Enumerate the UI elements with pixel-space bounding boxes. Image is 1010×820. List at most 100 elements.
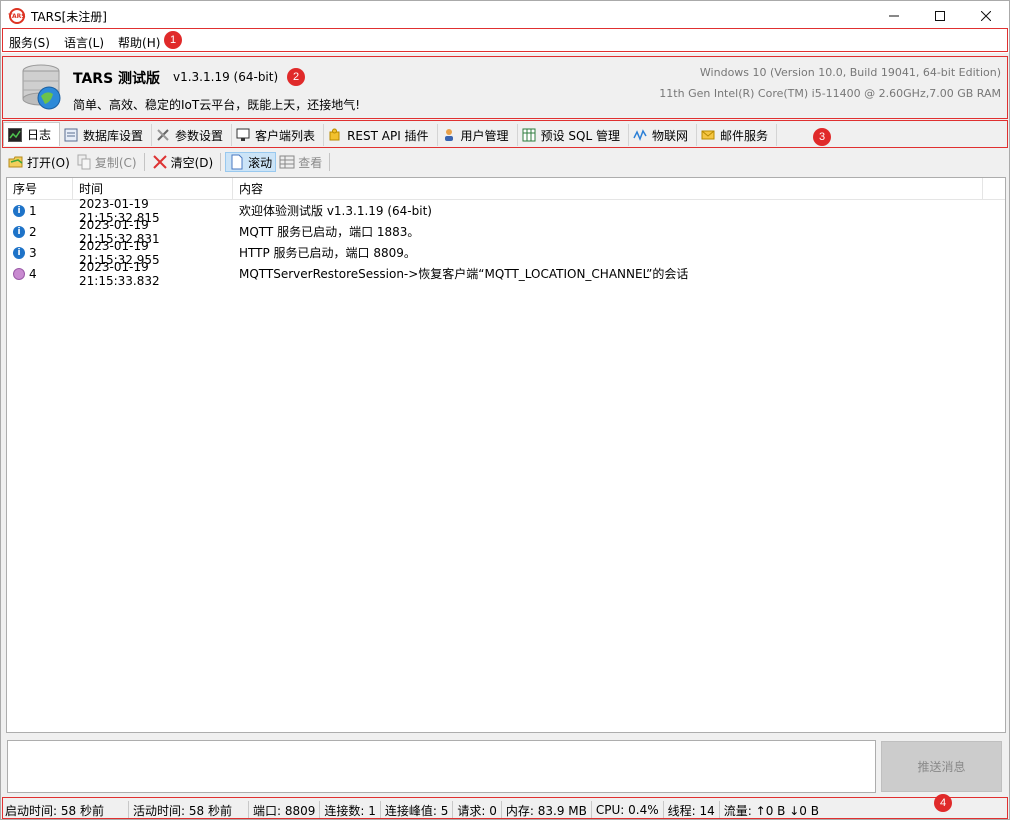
toolbar-separator xyxy=(143,153,145,171)
view-label: 查看 xyxy=(298,155,323,170)
open-button[interactable]: 打开(O) xyxy=(5,152,73,172)
close-icon xyxy=(981,11,991,21)
scroll-toggle[interactable]: 滚动 xyxy=(225,152,277,172)
status-connections: 连接数: 1 xyxy=(320,801,381,819)
session-icon xyxy=(13,267,25,280)
tab-label: 参数设置 xyxy=(175,128,224,143)
log-no-cell: 4 xyxy=(7,263,73,285)
info-icon: i xyxy=(13,246,25,259)
grid-view-icon xyxy=(279,154,295,170)
app-window: TARS TARS[未注册] 服务(S) 语言(L) 帮助(H) 1 TARS … xyxy=(0,0,1010,820)
document-icon xyxy=(229,154,245,170)
tab-log[interactable]: 日志 xyxy=(3,122,61,146)
close-button[interactable] xyxy=(963,1,1009,31)
mail-icon xyxy=(701,128,715,142)
maximize-icon xyxy=(935,11,945,21)
tab-preset-sql[interactable]: 预设 SQL 管理 xyxy=(517,124,629,146)
log-no: 1 xyxy=(29,203,37,218)
monitor-icon xyxy=(236,128,250,142)
annotation-badge-1: 1 xyxy=(164,31,182,49)
minimize-icon xyxy=(889,15,899,17)
status-uptime: 启动时间: 58 秒前 xyxy=(1,801,129,819)
status-traffic: 流量: ↑0 B ↓0 B xyxy=(723,803,819,818)
title-bar[interactable]: TARS TARS[未注册] xyxy=(1,1,1009,31)
status-port: 端口: 8809 xyxy=(249,801,321,819)
log-no-cell: i 3 xyxy=(7,242,73,264)
status-memory: 内存: 83.9 MB xyxy=(502,801,592,819)
tab-label: 用户管理 xyxy=(460,128,509,143)
annotation-badge-3: 3 xyxy=(813,128,831,146)
status-peak-connections: 连接峰值: 5 xyxy=(381,801,454,819)
status-bar: 启动时间: 58 秒前 活动时间: 58 秒前 端口: 8809 连接数: 1 … xyxy=(1,799,1009,820)
log-no-cell: i 1 xyxy=(7,200,73,222)
database-globe-icon xyxy=(22,64,61,110)
menu-language[interactable]: 语言(L) xyxy=(59,34,109,51)
product-slogan: 简单、高效、稳定的IoT云平台，既能上天，还接地气! xyxy=(73,98,361,112)
product-name: TARS 测试版 xyxy=(73,71,161,87)
tab-iot[interactable]: 物联网 xyxy=(628,124,697,146)
iot-icon xyxy=(633,128,647,142)
product-version: v1.3.1.19 (64-bit) xyxy=(173,70,279,84)
copy-label: 复制(C) xyxy=(94,155,137,170)
system-info: Windows 10 (Version 10.0, Build 19041, 6… xyxy=(659,62,1001,104)
tab-label: 日志 xyxy=(27,128,52,142)
log-content: 欢迎体验测试版 v1.3.1.19 (64-bit) xyxy=(239,204,432,218)
message-input[interactable] xyxy=(7,740,876,793)
menu-help[interactable]: 帮助(H) xyxy=(113,34,165,51)
status-cpu: CPU: 0.4% xyxy=(592,801,664,819)
copy-icon xyxy=(76,154,92,170)
annotation-badge-2: 2 xyxy=(287,68,305,86)
tab-label: REST API 插件 xyxy=(347,128,429,143)
user-icon xyxy=(442,128,456,142)
scroll-label: 滚动 xyxy=(248,155,273,170)
clear-x-icon xyxy=(152,154,168,170)
menu-bar: 服务(S) 语言(L) 帮助(H) xyxy=(1,31,1009,53)
log-row[interactable]: 4 2023-01-19 21:15:33.832 MQTTServerRest… xyxy=(7,259,1005,288)
open-folder-icon xyxy=(8,154,24,170)
send-message-button[interactable]: 推送消息 xyxy=(881,741,1002,792)
app-logo-icon: TARS xyxy=(8,8,26,24)
column-header-content[interactable]: 内容 xyxy=(233,177,983,200)
tab-label: 邮件服务 xyxy=(719,128,768,143)
status-requests: 请求: 0 xyxy=(453,801,502,819)
product-header: TARS 测试版 v1.3.1.19 (64-bit) 简单、高效、稳定的IoT… xyxy=(3,56,1007,118)
log-content: HTTP 服务已启动，端口 8809。 xyxy=(239,246,416,260)
copy-button[interactable]: 复制(C) xyxy=(73,152,140,172)
tab-user-management[interactable]: 用户管理 xyxy=(437,124,518,146)
tools-icon xyxy=(156,128,170,142)
log-time: 2023-01-19 21:15:33.832 xyxy=(79,259,160,288)
log-no: 3 xyxy=(29,245,37,260)
log-toolbar: 打开(O) 复制(C) 清空(D) 滚动 查看 xyxy=(5,151,1005,173)
info-icon: i xyxy=(13,225,25,238)
tab-database-settings[interactable]: 数据库设置 xyxy=(60,124,153,146)
tab-mail-service[interactable]: 邮件服务 xyxy=(696,124,777,146)
menu-service[interactable]: 服务(S) xyxy=(4,34,55,51)
log-content: MQTT 服务已启动，端口 1883。 xyxy=(239,225,420,239)
tab-parameters[interactable]: 参数设置 xyxy=(152,124,233,146)
toolbar-separator xyxy=(329,153,331,171)
log-no: 4 xyxy=(29,266,37,281)
log-no-cell: i 2 xyxy=(7,221,73,243)
puzzle-icon xyxy=(328,128,342,142)
cpu-info: 11th Gen Intel(R) Core(TM) i5-11400 @ 2.… xyxy=(659,87,1001,100)
window-controls xyxy=(871,1,1009,31)
annotation-badge-4: 4 xyxy=(934,794,952,812)
column-header-no[interactable]: 序号 xyxy=(7,177,73,200)
tab-label: 预设 SQL 管理 xyxy=(540,128,620,143)
os-info: Windows 10 (Version 10.0, Build 19041, 6… xyxy=(699,66,1001,79)
view-button[interactable]: 查看 xyxy=(276,152,325,172)
maximize-button[interactable] xyxy=(917,1,963,31)
info-icon: i xyxy=(13,204,25,217)
log-content: MQTTServerRestoreSession->恢复客户端“MQTT_LOC… xyxy=(239,267,689,281)
tab-client-list[interactable]: 客户端列表 xyxy=(232,124,325,146)
tab-rest-api[interactable]: REST API 插件 xyxy=(324,124,438,146)
clear-label: 清空(D) xyxy=(170,155,214,170)
minimize-button[interactable] xyxy=(871,1,917,31)
log-no: 2 xyxy=(29,224,37,239)
database-settings-icon xyxy=(64,128,78,142)
clear-button[interactable]: 清空(D) xyxy=(149,152,217,172)
window-title: TARS[未注册] xyxy=(31,9,107,24)
tab-label: 物联网 xyxy=(651,128,688,143)
status-threads: 线程: 14 xyxy=(664,801,720,819)
log-list[interactable]: 序号 时间 内容 i 1 2023-01-19 21:15:32.815 欢迎体… xyxy=(6,177,1006,733)
